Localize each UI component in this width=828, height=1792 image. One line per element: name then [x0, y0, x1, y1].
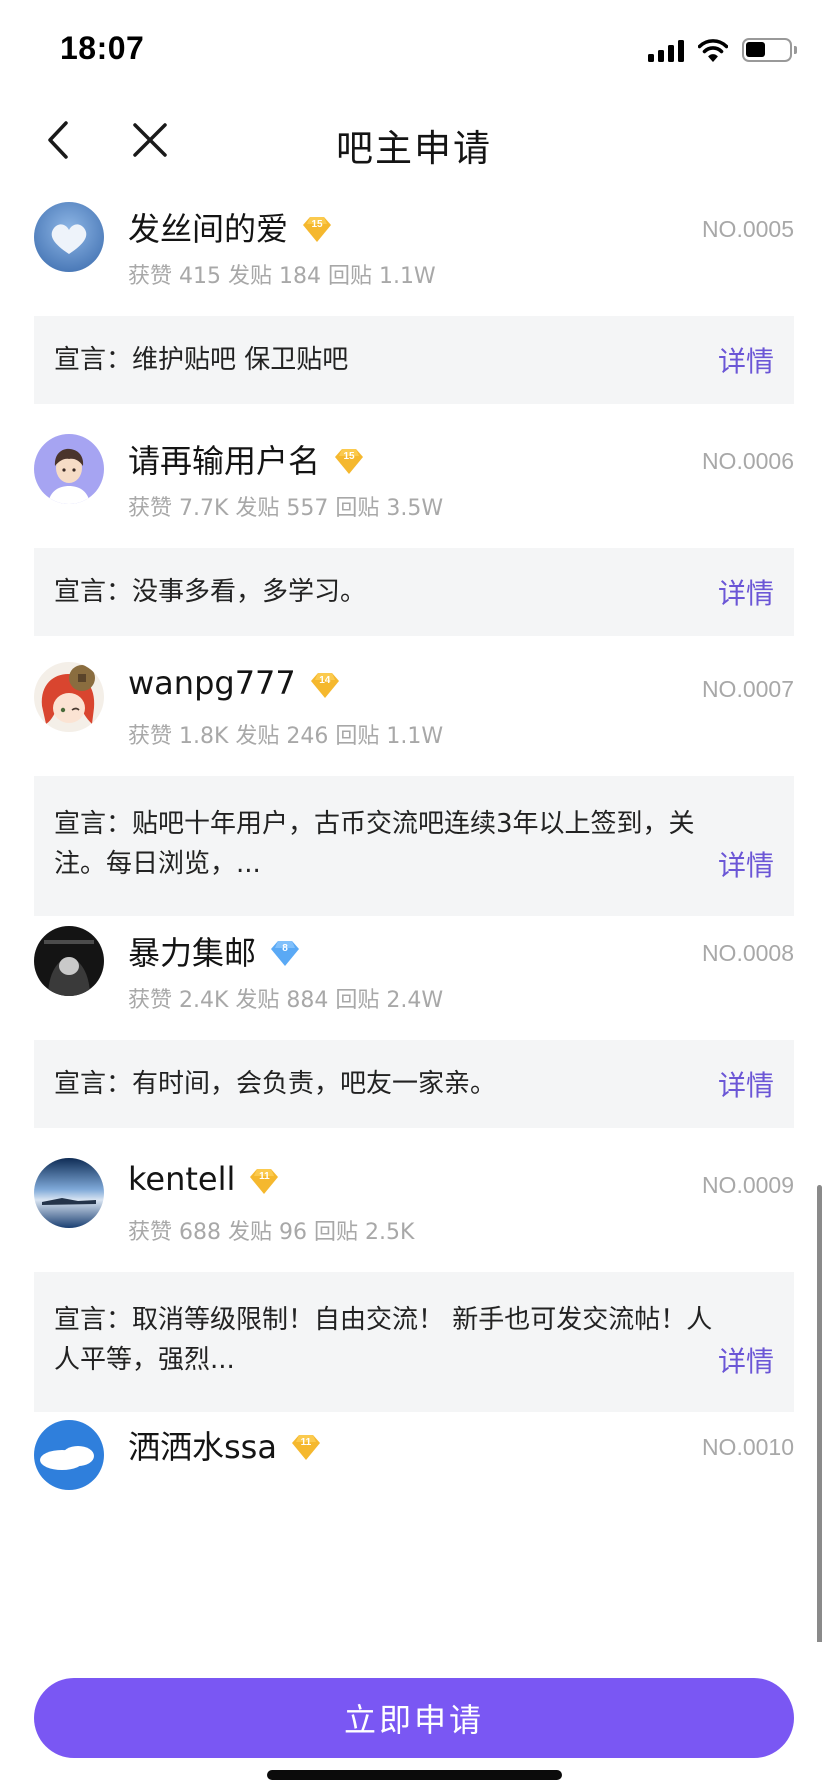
level-badge: 11: [249, 1165, 279, 1194]
declaration-text: 宣言：维护贴吧 保卫贴吧: [54, 345, 349, 375]
avatar[interactable]: [34, 662, 104, 732]
level-badge: 15: [334, 445, 364, 474]
level-badge: 11: [291, 1431, 321, 1460]
declaration-box[interactable]: 宣言：维护贴吧 保卫贴吧 详情: [34, 316, 794, 404]
user-name[interactable]: 请再输用户名 15: [128, 436, 364, 482]
wifi-icon: [698, 39, 728, 62]
user-name[interactable]: 洒洒水ssa 11: [128, 1422, 321, 1468]
declaration-text: 宣言：有时间，会负责，吧友一家亲。: [54, 1069, 497, 1099]
level-badge: 8: [270, 937, 300, 966]
application-number: NO.0005: [701, 216, 794, 242]
user-stats: 获赞 1.8K 发贴 246 回贴 1.1W: [128, 724, 444, 749]
list-item[interactable]: 洒洒水ssa 11 NO.0010: [0, 1402, 828, 1642]
declaration-text: 宣言：没事多看，多学习。: [54, 577, 367, 607]
avatar[interactable]: [34, 1420, 104, 1490]
detail-link[interactable]: 详情: [718, 340, 774, 380]
detail-link[interactable]: 详情: [718, 1064, 774, 1104]
avatar[interactable]: [34, 202, 104, 272]
status-icons: [648, 36, 797, 64]
user-name[interactable]: wanpg777 14: [128, 664, 340, 702]
application-number: NO.0009: [701, 1172, 794, 1198]
scrollbar[interactable]: [817, 1185, 822, 1655]
apply-now-button[interactable]: 立即申请: [34, 1678, 794, 1758]
list-item[interactable]: 请再输用户名 15 获赞 7.7K 发贴 557 回贴 3.5W NO.0006…: [0, 416, 828, 680]
user-name[interactable]: 暴力集邮 8: [128, 928, 300, 974]
user-stats: 获赞 415 发贴 184 回贴 1.1W: [128, 264, 436, 289]
detail-link[interactable]: 详情: [718, 844, 774, 884]
status-bar: 18:07: [0, 0, 828, 96]
list-item[interactable]: 发丝间的爱 15 获赞 415 发贴 184 回贴 1.1W NO.0005 宣…: [0, 184, 828, 448]
status-time: 18:07: [60, 30, 145, 66]
application-number: NO.0007: [701, 676, 794, 702]
level-badge: 15: [302, 213, 332, 242]
declaration-box[interactable]: 宣言：贴吧十年用户，古币交流吧连续3年以上签到，关 注。每日浏览，... 详情: [34, 776, 794, 916]
application-number: NO.0010: [701, 1434, 794, 1460]
declaration-text: 宣言：取消等级限制！自由交流！ 新手也可发交流帖！人: [54, 1305, 713, 1335]
declaration-box[interactable]: 宣言：取消等级限制！自由交流！ 新手也可发交流帖！人 人平等，强烈... 详情: [34, 1272, 794, 1412]
level-badge: 14: [310, 669, 340, 698]
detail-link[interactable]: 详情: [718, 1340, 774, 1380]
list-item[interactable]: wanpg777 14 获赞 1.8K 发贴 246 回贴 1.1W NO.00…: [0, 644, 828, 944]
user-name[interactable]: 发丝间的爱 15: [128, 204, 332, 250]
list-item[interactable]: kentell 11 获赞 688 发贴 96 回贴 2.5K NO.0009 …: [0, 1140, 828, 1440]
avatar[interactable]: [34, 1158, 104, 1228]
application-number: NO.0008: [701, 940, 794, 966]
home-indicator[interactable]: [267, 1770, 562, 1780]
list-item[interactable]: 暴力集邮 8 获赞 2.4K 发贴 884 回贴 2.4W NO.0008 宣言…: [0, 908, 828, 1172]
application-number: NO.0006: [701, 448, 794, 474]
cellular-signal-icon: [648, 38, 684, 62]
user-stats: 获赞 688 发贴 96 回贴 2.5K: [128, 1220, 415, 1245]
user-stats: 获赞 2.4K 发贴 884 回贴 2.4W: [128, 988, 444, 1013]
user-name[interactable]: kentell 11: [128, 1160, 279, 1198]
battery-icon: [742, 38, 797, 62]
user-stats: 获赞 7.7K 发贴 557 回贴 3.5W: [128, 496, 444, 521]
avatar[interactable]: [34, 926, 104, 996]
navigation-bar: 吧主申请: [0, 96, 828, 184]
declaration-box[interactable]: 宣言：有时间，会负责，吧友一家亲。 详情: [34, 1040, 794, 1128]
detail-link[interactable]: 详情: [718, 572, 774, 612]
declaration-box[interactable]: 宣言：没事多看，多学习。 详情: [34, 548, 794, 636]
declaration-text: 宣言：贴吧十年用户，古币交流吧连续3年以上签到，关: [54, 809, 695, 839]
declaration-text-continued: 注。每日浏览，...: [54, 849, 261, 879]
declaration-text-continued: 人平等，强烈...: [54, 1345, 235, 1375]
bottom-bar: 立即申请: [0, 1642, 828, 1792]
avatar[interactable]: [34, 434, 104, 504]
applicant-list[interactable]: 发丝间的爱 15 获赞 415 发贴 184 回贴 1.1W NO.0005 宣…: [0, 184, 828, 1642]
page-title: 吧主申请: [336, 127, 492, 170]
